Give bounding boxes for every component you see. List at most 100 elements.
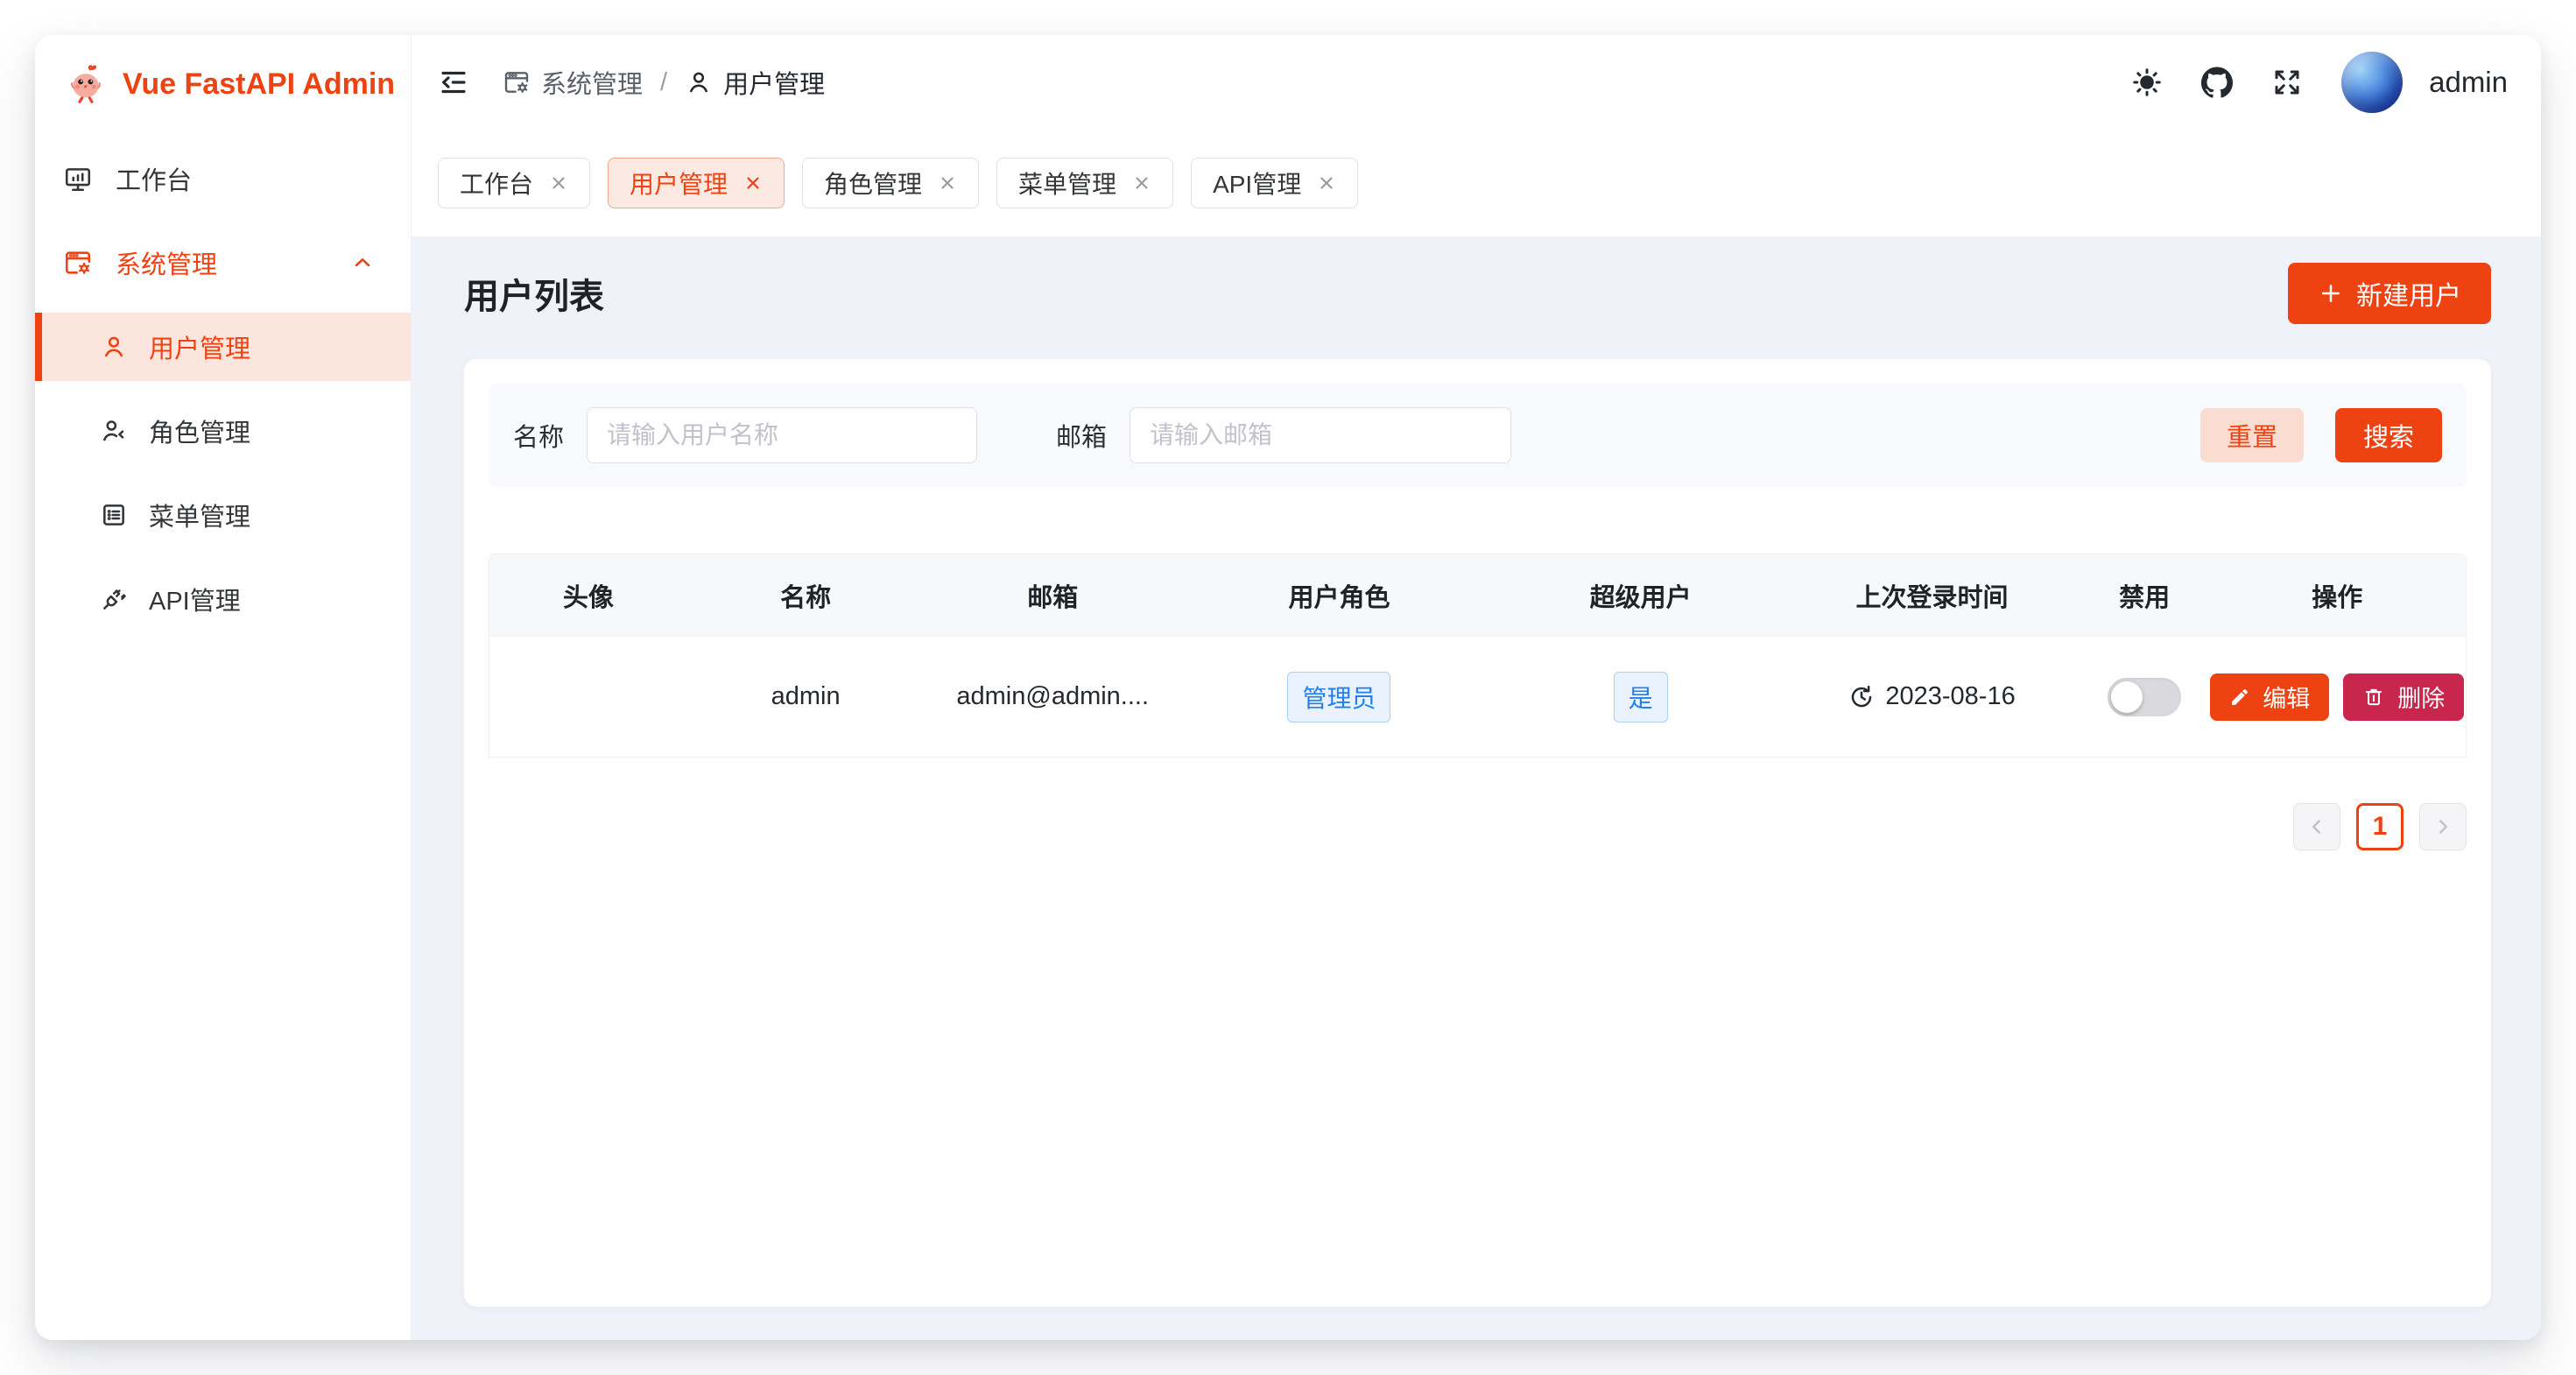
cell-superuser: 是 bbox=[1497, 672, 1784, 723]
chevron-right-icon bbox=[2432, 815, 2454, 838]
sidebar-item-api[interactable]: API管理 bbox=[35, 565, 411, 633]
sidebar-item-menus[interactable]: 菜单管理 bbox=[35, 481, 411, 549]
tab-roles[interactable]: 角色管理 bbox=[802, 158, 979, 208]
app-window: Vue FastAPI Admin 工作台 bbox=[35, 35, 2541, 1340]
pencil-icon bbox=[2229, 687, 2250, 708]
fullscreen-button[interactable] bbox=[2271, 67, 2303, 98]
cell-role: 管理员 bbox=[1181, 672, 1497, 723]
tab-workbench[interactable]: 工作台 bbox=[438, 158, 590, 208]
trash-icon bbox=[2362, 686, 2385, 709]
sidebar-collapse-button[interactable] bbox=[438, 67, 469, 98]
theme-sun-icon bbox=[2131, 67, 2163, 98]
cell-name: admin bbox=[687, 682, 925, 711]
column-header-last-login: 上次登录时间 bbox=[1784, 577, 2080, 614]
user-icon bbox=[685, 68, 713, 96]
sidebar-menu: 工作台 系统管理 bbox=[35, 132, 411, 649]
page-content: 用户列表 新建用户 名称 邮箱 重置 搜索 bbox=[412, 236, 2541, 1340]
search-button[interactable]: 搜索 bbox=[2335, 408, 2442, 462]
tab-label: 角色管理 bbox=[824, 166, 922, 201]
sidebar-item-label: 用户管理 bbox=[149, 328, 250, 365]
monitor-icon bbox=[63, 164, 93, 194]
chick-mascot-icon bbox=[63, 60, 109, 109]
clock-history-icon bbox=[1848, 684, 1875, 710]
sidebar-item-label: 菜单管理 bbox=[149, 497, 250, 533]
tab-api[interactable]: API管理 bbox=[1191, 158, 1358, 208]
github-button[interactable] bbox=[2201, 67, 2233, 98]
table-header-row: 头像 名称 邮箱 用户角色 超级用户 上次登录时间 禁用 操作 bbox=[489, 554, 2466, 637]
name-filter-input[interactable] bbox=[587, 407, 977, 463]
filter-bar: 名称 邮箱 重置 搜索 bbox=[489, 384, 2467, 487]
chevron-left-icon bbox=[2305, 815, 2328, 838]
add-user-button[interactable]: 新建用户 bbox=[2288, 263, 2491, 324]
sidebar-item-label: 工作台 bbox=[116, 160, 192, 197]
pagination-prev-button[interactable] bbox=[2293, 803, 2340, 850]
close-icon[interactable] bbox=[938, 173, 957, 193]
user-avatar[interactable] bbox=[2341, 52, 2403, 113]
menu-list-icon bbox=[100, 501, 128, 529]
tab-label: 菜单管理 bbox=[1018, 166, 1116, 201]
column-header-name: 名称 bbox=[687, 577, 925, 614]
chevron-up-icon bbox=[348, 250, 377, 275]
tabs-bar: 工作台 用户管理 角色管理 菜单管理 API管理 bbox=[412, 130, 2541, 236]
table-row: admin admin@admin.... 管理员 是 bbox=[489, 637, 2466, 758]
cell-email: admin@admin.... bbox=[925, 682, 1181, 711]
pagination-page-1[interactable]: 1 bbox=[2356, 803, 2404, 850]
main-area: 系统管理 / 用户管理 bbox=[412, 35, 2541, 1340]
app-logo[interactable]: Vue FastAPI Admin bbox=[35, 35, 411, 132]
close-icon[interactable] bbox=[1132, 173, 1151, 193]
cell-actions: 编辑 删除 bbox=[2209, 673, 2466, 721]
delete-label: 删除 bbox=[2397, 680, 2445, 714]
tab-label: 工作台 bbox=[460, 166, 533, 201]
cell-disabled bbox=[2080, 678, 2209, 716]
column-header-avatar: 头像 bbox=[489, 577, 687, 614]
pagination: 1 bbox=[489, 803, 2467, 850]
sidebar-item-users[interactable]: 用户管理 bbox=[35, 313, 411, 381]
breadcrumb-item-users[interactable]: 用户管理 bbox=[685, 64, 825, 101]
role-badge: 管理员 bbox=[1287, 672, 1390, 723]
user-icon bbox=[100, 333, 128, 361]
email-filter-label: 邮箱 bbox=[1056, 417, 1107, 454]
column-header-email: 邮箱 bbox=[925, 577, 1181, 614]
last-login-value: 2023-08-16 bbox=[1885, 682, 2015, 711]
menu-fold-icon bbox=[438, 67, 469, 98]
pagination-next-button[interactable] bbox=[2419, 803, 2467, 850]
github-icon bbox=[2201, 67, 2233, 98]
sidebar-item-system[interactable]: 系统管理 bbox=[35, 229, 411, 297]
topbar-actions: admin bbox=[2131, 52, 2508, 113]
user-list-card: 名称 邮箱 重置 搜索 头像 名称 邮箱 用户角色 bbox=[464, 359, 2491, 1307]
tab-label: 用户管理 bbox=[630, 166, 728, 201]
tab-users[interactable]: 用户管理 bbox=[608, 158, 785, 208]
sidebar-item-workbench[interactable]: 工作台 bbox=[35, 145, 411, 213]
breadcrumb-label: 用户管理 bbox=[723, 64, 825, 101]
fullscreen-icon bbox=[2271, 67, 2303, 98]
close-icon[interactable] bbox=[1317, 173, 1336, 193]
app-title: Vue FastAPI Admin bbox=[123, 67, 395, 102]
sidebar-item-label: 系统管理 bbox=[116, 244, 217, 281]
role-icon bbox=[100, 417, 128, 445]
tab-menus[interactable]: 菜单管理 bbox=[996, 158, 1173, 208]
sidebar-item-label: 角色管理 bbox=[149, 412, 250, 449]
add-user-label: 新建用户 bbox=[2356, 274, 2461, 313]
sidebar-item-roles[interactable]: 角色管理 bbox=[35, 397, 411, 465]
email-filter-input[interactable] bbox=[1130, 407, 1511, 463]
close-icon[interactable] bbox=[549, 173, 568, 193]
window-settings-icon bbox=[503, 68, 531, 96]
edit-button[interactable]: 编辑 bbox=[2210, 673, 2329, 721]
breadcrumb-item-system[interactable]: 系统管理 bbox=[503, 64, 643, 101]
name-filter-label: 名称 bbox=[513, 417, 564, 454]
api-plug-icon bbox=[100, 585, 128, 613]
sidebar-item-label: API管理 bbox=[149, 581, 241, 617]
reset-button[interactable]: 重置 bbox=[2200, 408, 2304, 462]
user-name[interactable]: admin bbox=[2429, 66, 2508, 99]
disabled-toggle[interactable] bbox=[2108, 678, 2181, 716]
users-table: 头像 名称 邮箱 用户角色 超级用户 上次登录时间 禁用 操作 admin ad… bbox=[489, 554, 2467, 758]
window-settings-icon bbox=[63, 248, 93, 278]
theme-toggle-button[interactable] bbox=[2131, 67, 2163, 98]
close-icon[interactable] bbox=[743, 173, 763, 193]
delete-button[interactable]: 删除 bbox=[2343, 673, 2464, 721]
page-header: 用户列表 新建用户 bbox=[464, 259, 2491, 328]
column-header-disabled: 禁用 bbox=[2080, 577, 2209, 614]
superuser-badge: 是 bbox=[1614, 672, 1668, 723]
filter-actions: 重置 搜索 bbox=[2200, 408, 2442, 462]
breadcrumb-label: 系统管理 bbox=[541, 64, 643, 101]
